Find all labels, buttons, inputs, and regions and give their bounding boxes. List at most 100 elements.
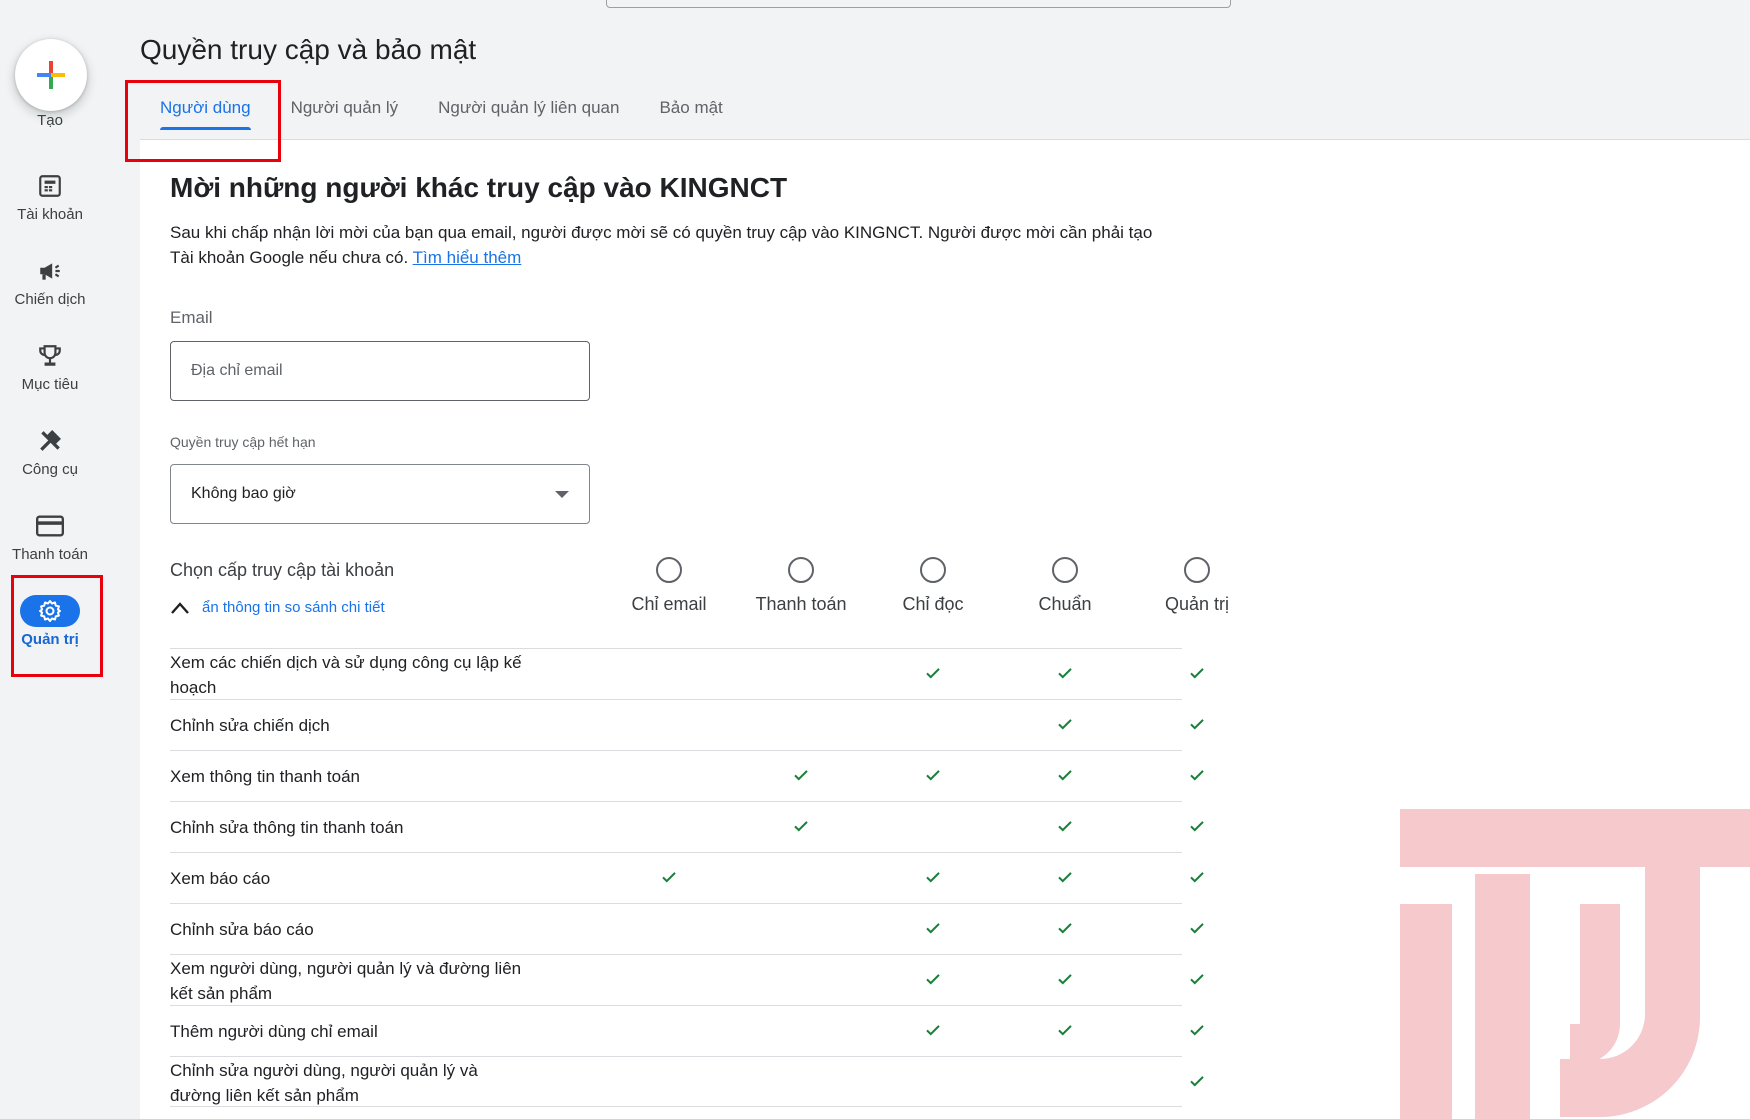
sidebar-item-label: Mục tiêu — [21, 376, 79, 393]
invite-title: Mời những người khác truy cập vào KINGNC… — [170, 172, 788, 203]
check-icon — [1131, 1072, 1263, 1092]
tools-icon — [40, 430, 61, 451]
access-level-read-only[interactable]: Chỉ đọc — [867, 557, 999, 615]
learn-more-link[interactable]: Tìm hiểu thêm — [413, 248, 522, 267]
access-level-name: Quản trị — [1164, 594, 1230, 614]
table-row: Chỉnh sửa chiến dịch — [170, 699, 1204, 750]
access-level-name: Chỉ email — [631, 594, 707, 614]
highlight-box-tab — [125, 80, 281, 162]
trophy-icon — [39, 345, 61, 366]
radio-email-only[interactable] — [656, 557, 682, 583]
email-field[interactable]: Địa chỉ email — [170, 341, 590, 401]
access-level-name: Chuẩn — [1038, 594, 1092, 614]
sidebar-item-label: Chiến dịch — [14, 291, 86, 308]
email-label: Email — [170, 308, 213, 327]
check-icon — [999, 715, 1131, 735]
tab-linked-managers[interactable]: Người quản lý liên quan — [418, 88, 639, 140]
tab-managers[interactable]: Người quản lý — [271, 88, 419, 140]
check-icon — [1131, 919, 1263, 939]
page-title: Quyền truy cập và bảo mật — [140, 34, 477, 65]
sidebar-item-billing[interactable]: Thanh toán — [0, 510, 100, 563]
search-box[interactable] — [606, 0, 1231, 8]
check-icon — [999, 919, 1131, 939]
table-row: Chỉnh sửa báo cáo — [170, 903, 1204, 954]
access-level-email-only[interactable]: Chỉ email — [603, 557, 735, 615]
table-row: Chỉnh sửa thông tin thanh toán — [170, 801, 1204, 852]
check-icon — [999, 664, 1131, 684]
watermark-logo — [1400, 809, 1750, 1119]
invite-description: Sau khi chấp nhận lời mời của bạn qua em… — [170, 220, 1170, 270]
highlight-box-admin — [11, 575, 103, 677]
dropdown-arrow-icon — [555, 490, 569, 498]
permission-name: Thêm người dùng chỉ email — [170, 1022, 378, 1041]
permission-name: Xem thông tin thanh toán — [170, 767, 360, 786]
check-icon — [1131, 715, 1263, 735]
permission-table: Xem các chiến dịch và sử dụng công cụ lậ… — [170, 648, 1204, 1107]
access-level-name: Thanh toán — [755, 594, 847, 614]
access-level-admin[interactable]: Quản trị — [1131, 557, 1263, 615]
permission-name: Chỉnh sửa thông tin thanh toán — [170, 818, 404, 837]
tab-security[interactable]: Bảo mật — [639, 88, 742, 140]
radio-billing[interactable] — [788, 557, 814, 583]
access-level-billing[interactable]: Thanh toán — [735, 557, 867, 615]
toggle-details-link[interactable]: ẩn thông tin so sánh chi tiết — [170, 599, 385, 616]
check-icon — [1131, 970, 1263, 990]
permission-name: Xem báo cáo — [170, 869, 271, 888]
access-level-label: Chọn cấp truy cập tài khoản — [170, 560, 395, 580]
permission-name: Xem người dùng, người quản lý và đường l… — [170, 958, 522, 1003]
check-icon — [1131, 868, 1263, 888]
table-row: Xem thông tin thanh toán — [170, 750, 1204, 801]
access-level-standard[interactable]: Chuẩn — [999, 557, 1131, 615]
check-icon — [999, 970, 1131, 990]
megaphone-icon — [40, 263, 60, 280]
email-placeholder: Địa chỉ email — [191, 362, 283, 379]
check-icon — [735, 817, 867, 837]
sidebar-item-goals[interactable]: Mục tiêu — [0, 340, 100, 393]
sidebar-item-label: Thanh toán — [12, 546, 88, 563]
expire-value: Không bao giờ — [191, 485, 296, 502]
table-row: Thêm người dùng chỉ email — [170, 1005, 1204, 1056]
create-button[interactable] — [15, 39, 87, 111]
permission-name: Chỉnh sửa chiến dịch — [170, 716, 330, 735]
check-icon — [603, 868, 735, 888]
radio-read-only[interactable] — [920, 557, 946, 583]
sidebar-item-label: Tài khoản — [17, 206, 83, 223]
radio-standard[interactable] — [1052, 557, 1078, 583]
expire-label: Quyền truy cập hết hạn — [170, 434, 316, 450]
check-icon — [735, 766, 867, 786]
sidebar-item-account[interactable]: Tài khoản — [0, 170, 100, 223]
left-navigation-rail: Tạo Tài khoản Chiến dịch Mục tiêu Công c… — [0, 0, 100, 1119]
create-label: Tạo — [37, 112, 63, 129]
table-row: Xem báo cáo — [170, 852, 1204, 903]
check-icon — [999, 1021, 1131, 1041]
check-icon — [1131, 766, 1263, 786]
check-icon — [999, 868, 1131, 888]
check-icon — [1131, 817, 1263, 837]
expire-select[interactable]: Không bao giờ — [170, 464, 590, 524]
check-icon — [999, 766, 1131, 786]
invite-description-text: Sau khi chấp nhận lời mời của bạn qua em… — [170, 223, 1153, 267]
sidebar-item-tools[interactable]: Công cụ — [0, 425, 100, 478]
check-icon — [867, 868, 999, 888]
chevron-up-icon — [171, 601, 189, 614]
check-icon — [999, 817, 1131, 837]
table-row: Chỉnh sửa người dùng, người quản lý và đ… — [170, 1056, 1204, 1107]
table-row: Xem các chiến dịch và sử dụng công cụ lậ… — [170, 648, 1204, 699]
account-icon — [39, 175, 61, 197]
permission-name: Xem các chiến dịch và sử dụng công cụ lậ… — [170, 652, 522, 697]
access-level-name: Chỉ đọc — [902, 594, 964, 614]
permission-name: Chỉnh sửa người dùng, người quản lý và đ… — [170, 1060, 478, 1105]
radio-admin[interactable] — [1184, 557, 1210, 583]
check-icon — [867, 664, 999, 684]
check-icon — [1131, 664, 1263, 684]
plus-icon — [37, 61, 65, 89]
check-icon — [867, 970, 999, 990]
sidebar-item-label: Công cụ — [22, 461, 78, 478]
sidebar-item-campaigns[interactable]: Chiến dịch — [0, 255, 100, 308]
check-icon — [867, 766, 999, 786]
check-icon — [1131, 1021, 1263, 1041]
check-icon — [867, 1021, 999, 1041]
check-icon — [867, 919, 999, 939]
credit-card-icon — [36, 515, 64, 537]
toggle-details-label: ẩn thông tin so sánh chi tiết — [202, 599, 385, 616]
